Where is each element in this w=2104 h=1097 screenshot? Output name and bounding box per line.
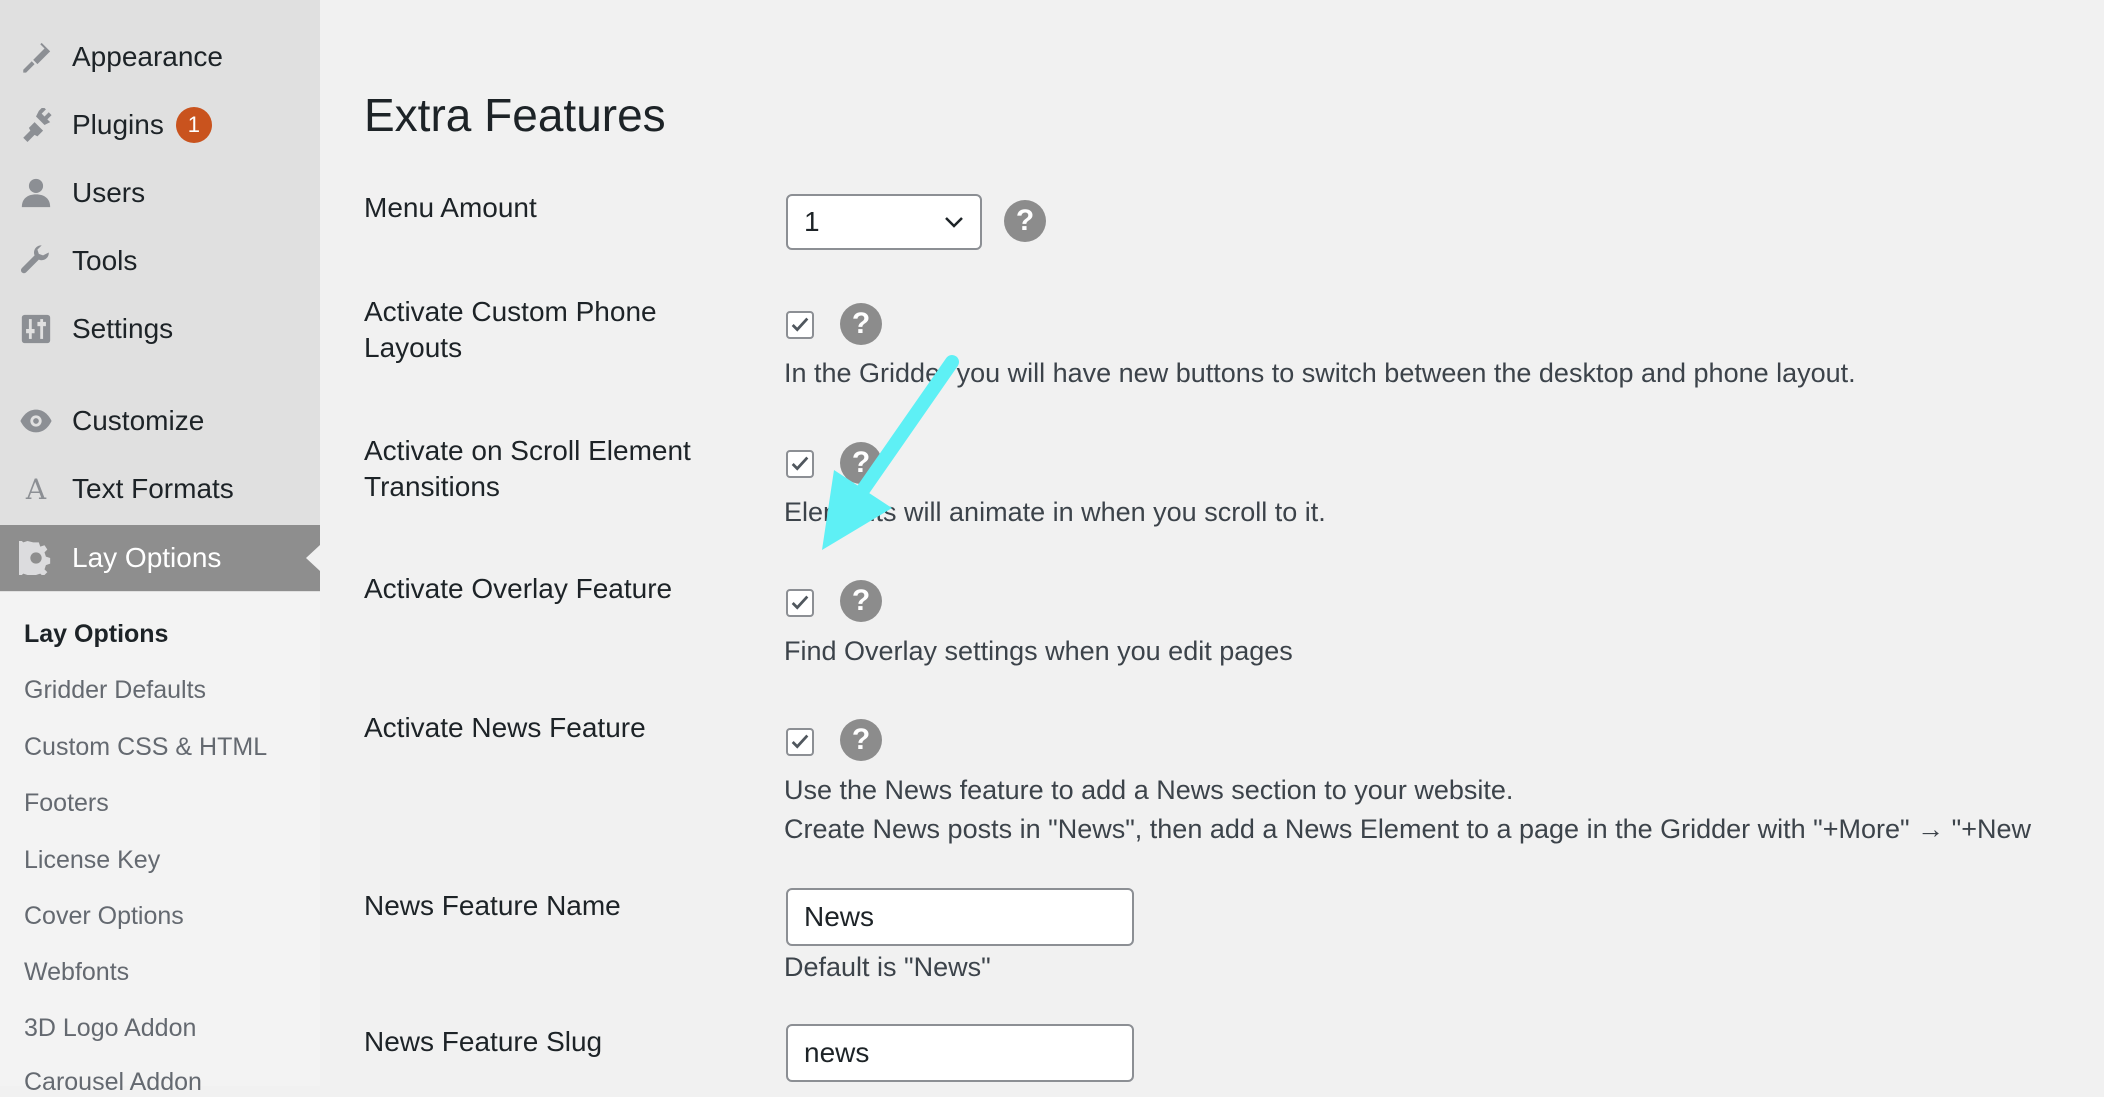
help-icon[interactable]: ? [1004,200,1046,242]
menu-label: Users [72,177,146,208]
submenu-item-gridder-defaults[interactable]: Gridder Defaults [24,676,206,705]
submenu-item-webfonts[interactable]: Webfonts [24,958,129,987]
news-name-label: News Feature Name [364,890,621,921]
news-checkbox[interactable] [786,728,814,756]
menu-amount-label: Menu Amount [364,192,537,223]
menu-label: Tools [72,245,138,276]
news-slug-label: News Feature Slug [364,1026,603,1057]
page-title: Extra Features [364,89,666,141]
admin-sidebar: Appearance Plugins 1 Users Tools Setting… [0,0,320,1096]
submenu-item-custom-css-html[interactable]: Custom CSS & HTML [24,733,267,762]
menu-label: Appearance [72,41,224,72]
custom-phone-label-line1: Activate Custom Phone [364,296,657,327]
overlay-label: Activate Overlay Feature [364,573,673,604]
overlay-checkbox[interactable] [786,589,814,617]
custom-phone-checkbox[interactable] [786,311,814,339]
annotation-arrow [822,355,959,550]
scroll-transitions-label-line2: Transitions [364,471,500,502]
eye-icon [18,403,54,439]
gear-icon [18,540,54,576]
submenu-item-3d-logo-addon[interactable]: 3D Logo Addon [24,1014,196,1043]
news-slug-input[interactable]: news [786,1024,1134,1082]
help-icon[interactable]: ? [840,303,882,345]
chevron-down-icon [945,217,963,228]
menu-label: Lay Options [72,542,222,573]
custom-phone-label-line2: Layouts [364,332,463,363]
menu-label: Settings [72,313,174,344]
paintbrush-icon [18,39,54,75]
menu-label: Text Formats [72,473,234,504]
user-icon [18,175,54,211]
news-description-line2: Create News posts in "News", then add a … [784,814,2031,844]
wrench-icon [18,243,54,279]
menu-item-text-formats[interactable]: A Text Formats [0,456,320,522]
menu-item-users[interactable]: Users [0,160,320,226]
menu-item-plugins[interactable]: Plugins 1 [0,92,320,158]
submenu-item-carousel-addon[interactable]: Carousel Addon [24,1068,202,1097]
plugin-icon [18,107,54,143]
help-icon[interactable]: ? [840,580,882,622]
overlay-description: Find Overlay settings when you edit page… [784,636,1293,666]
checkmark-icon [791,317,809,332]
submenu-item-footers[interactable]: Footers [24,789,109,818]
scroll-transitions-label: Activate on Scroll Element Transitions [364,433,724,505]
menu-item-lay-options[interactable]: Lay Options [0,525,320,591]
menu-item-settings[interactable]: Settings [0,296,320,362]
menu-amount-select[interactable]: 1 [786,194,982,250]
menu-amount-value: 1 [804,206,820,237]
menu-item-tools[interactable]: Tools [0,228,320,294]
news-label: Activate News Feature [364,712,646,743]
menu-label: Customize [72,405,205,436]
news-name-input[interactable]: News [786,888,1134,946]
scroll-transitions-label-line1: Activate on Scroll Element [364,435,691,466]
submenu-item-cover-options[interactable]: Cover Options [24,902,184,931]
menu-item-customize[interactable]: Customize [0,388,320,454]
custom-phone-label: Activate Custom Phone Layouts [364,294,724,366]
sliders-icon [18,311,54,347]
submenu-item-lay-options[interactable]: Lay Options [24,620,168,649]
update-count-badge: 1 [175,107,212,143]
letter-a-icon: A [25,472,47,506]
menu-item-appearance[interactable]: Appearance [0,24,320,90]
checkmark-icon [791,595,809,610]
news-name-hint: Default is "News" [784,952,991,982]
lay-options-submenu: Lay Options Gridder Defaults Custom CSS … [0,592,320,1096]
help-icon[interactable]: ? [840,719,882,761]
news-description-line1: Use the News feature to add a News secti… [784,775,1514,805]
checkmark-icon [791,734,809,749]
menu-label: Plugins [72,109,164,140]
submenu-item-license-key[interactable]: License Key [24,846,160,875]
